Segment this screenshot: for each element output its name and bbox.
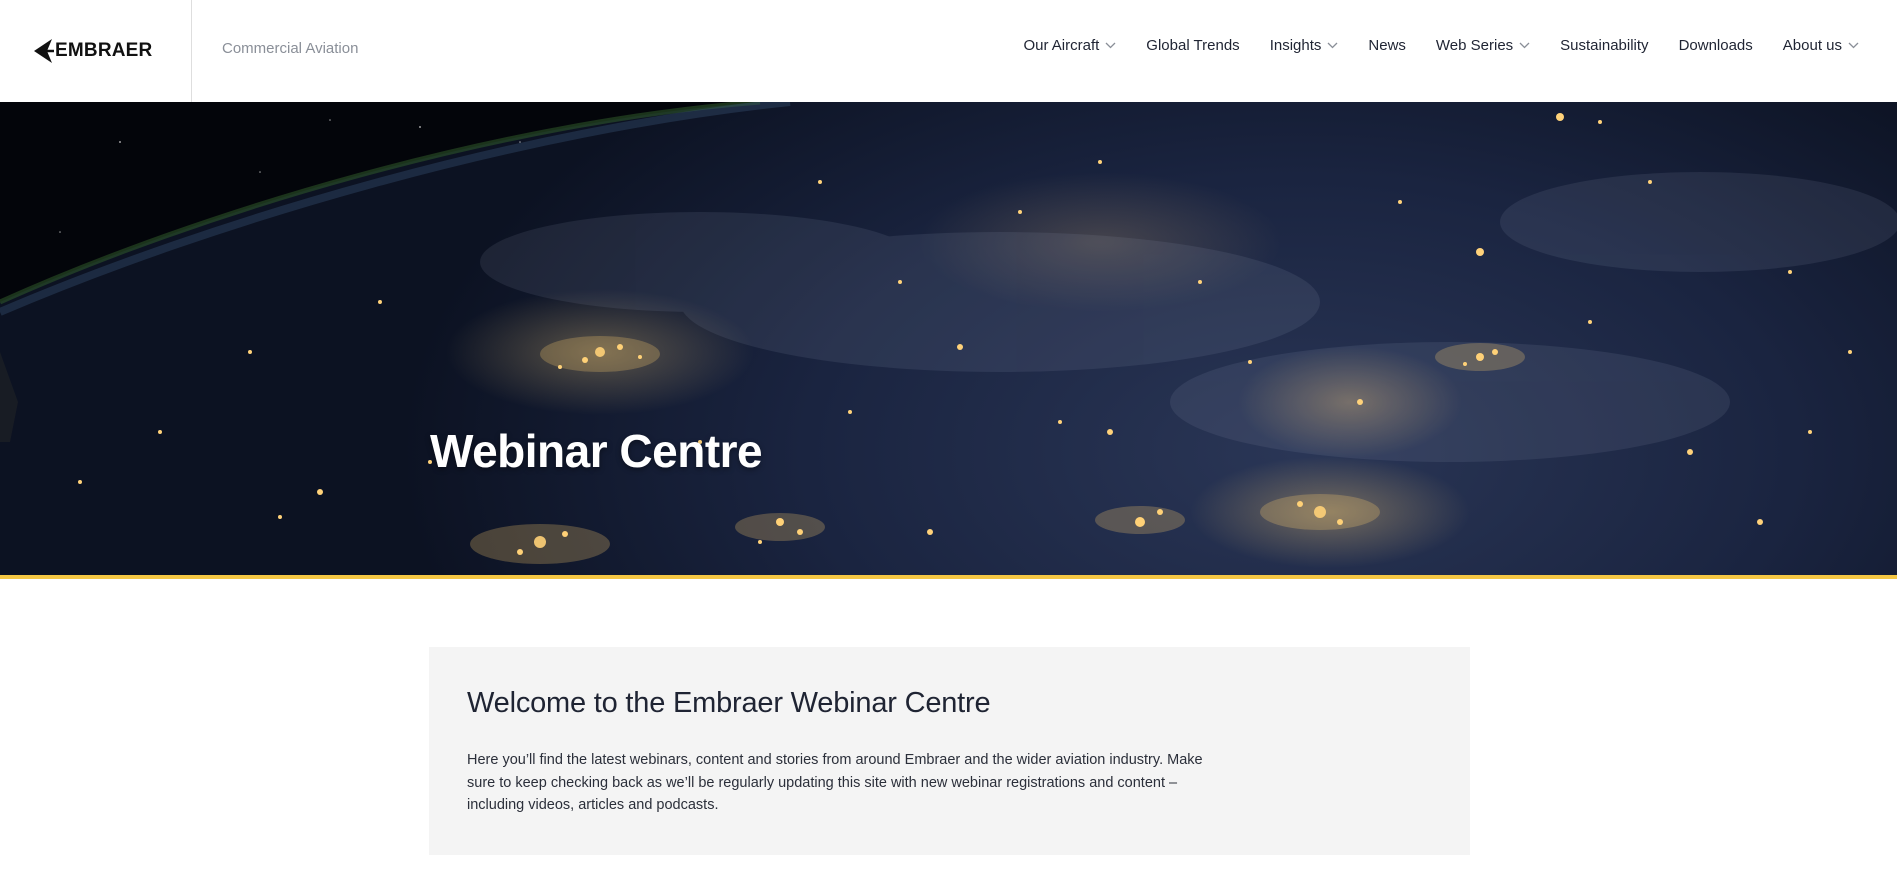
nav-item-insights[interactable]: Insights <box>1270 37 1339 54</box>
nav-item-label: News <box>1368 37 1406 54</box>
site-header: EMBRAER Commercial Aviation Our Aircraft… <box>0 0 1897 102</box>
chevron-down-icon <box>1848 42 1859 49</box>
nav-item-about-us[interactable]: About us <box>1783 37 1859 54</box>
nav-item-label: Sustainability <box>1560 37 1649 54</box>
nav-item-our-aircraft[interactable]: Our Aircraft <box>1023 37 1116 54</box>
nav-item-label: Web Series <box>1435 37 1514 54</box>
nav-item-web-series[interactable]: Web Series <box>1436 37 1530 54</box>
chevron-down-icon <box>1327 42 1338 49</box>
welcome-text: Here you’ll find the latest webinars, co… <box>467 752 1203 813</box>
nav-item-label: Global Trends <box>1146 37 1240 54</box>
nav-item-label: Insights <box>1269 37 1322 54</box>
hero-banner: Webinar Centre <box>0 102 1897 575</box>
nav-item-sustainability[interactable]: Sustainability <box>1560 37 1648 54</box>
nav-item-label: Our Aircraft <box>1023 37 1100 54</box>
chevron-down-icon <box>1519 42 1530 49</box>
welcome-card: Welcome to the Embraer Webinar Centre He… <box>429 647 1470 855</box>
brand-block: EMBRAER <box>0 0 192 102</box>
nav-item-label: Downloads <box>1678 37 1753 54</box>
site-tagline: Commercial Aviation <box>222 40 359 57</box>
embraer-logo-link[interactable]: EMBRAER <box>30 38 152 64</box>
embraer-logo-icon <box>34 39 54 63</box>
chevron-down-icon <box>1105 42 1116 49</box>
welcome-title: Welcome to the Embraer Webinar Centre <box>467 687 991 719</box>
nav-item-news[interactable]: News <box>1368 37 1406 54</box>
nav-item-label: About us <box>1782 37 1842 54</box>
hero-accent-stripe <box>0 575 1897 579</box>
nav-item-downloads[interactable]: Downloads <box>1679 37 1753 54</box>
nav-item-global-trends[interactable]: Global Trends <box>1146 37 1239 54</box>
main-nav: Our Aircraft Global Trends Insights News… <box>1023 37 1859 54</box>
earth-at-night-image <box>0 102 1897 564</box>
page-title: Webinar Centre <box>430 425 763 477</box>
logo-text: EMBRAER <box>55 40 153 61</box>
